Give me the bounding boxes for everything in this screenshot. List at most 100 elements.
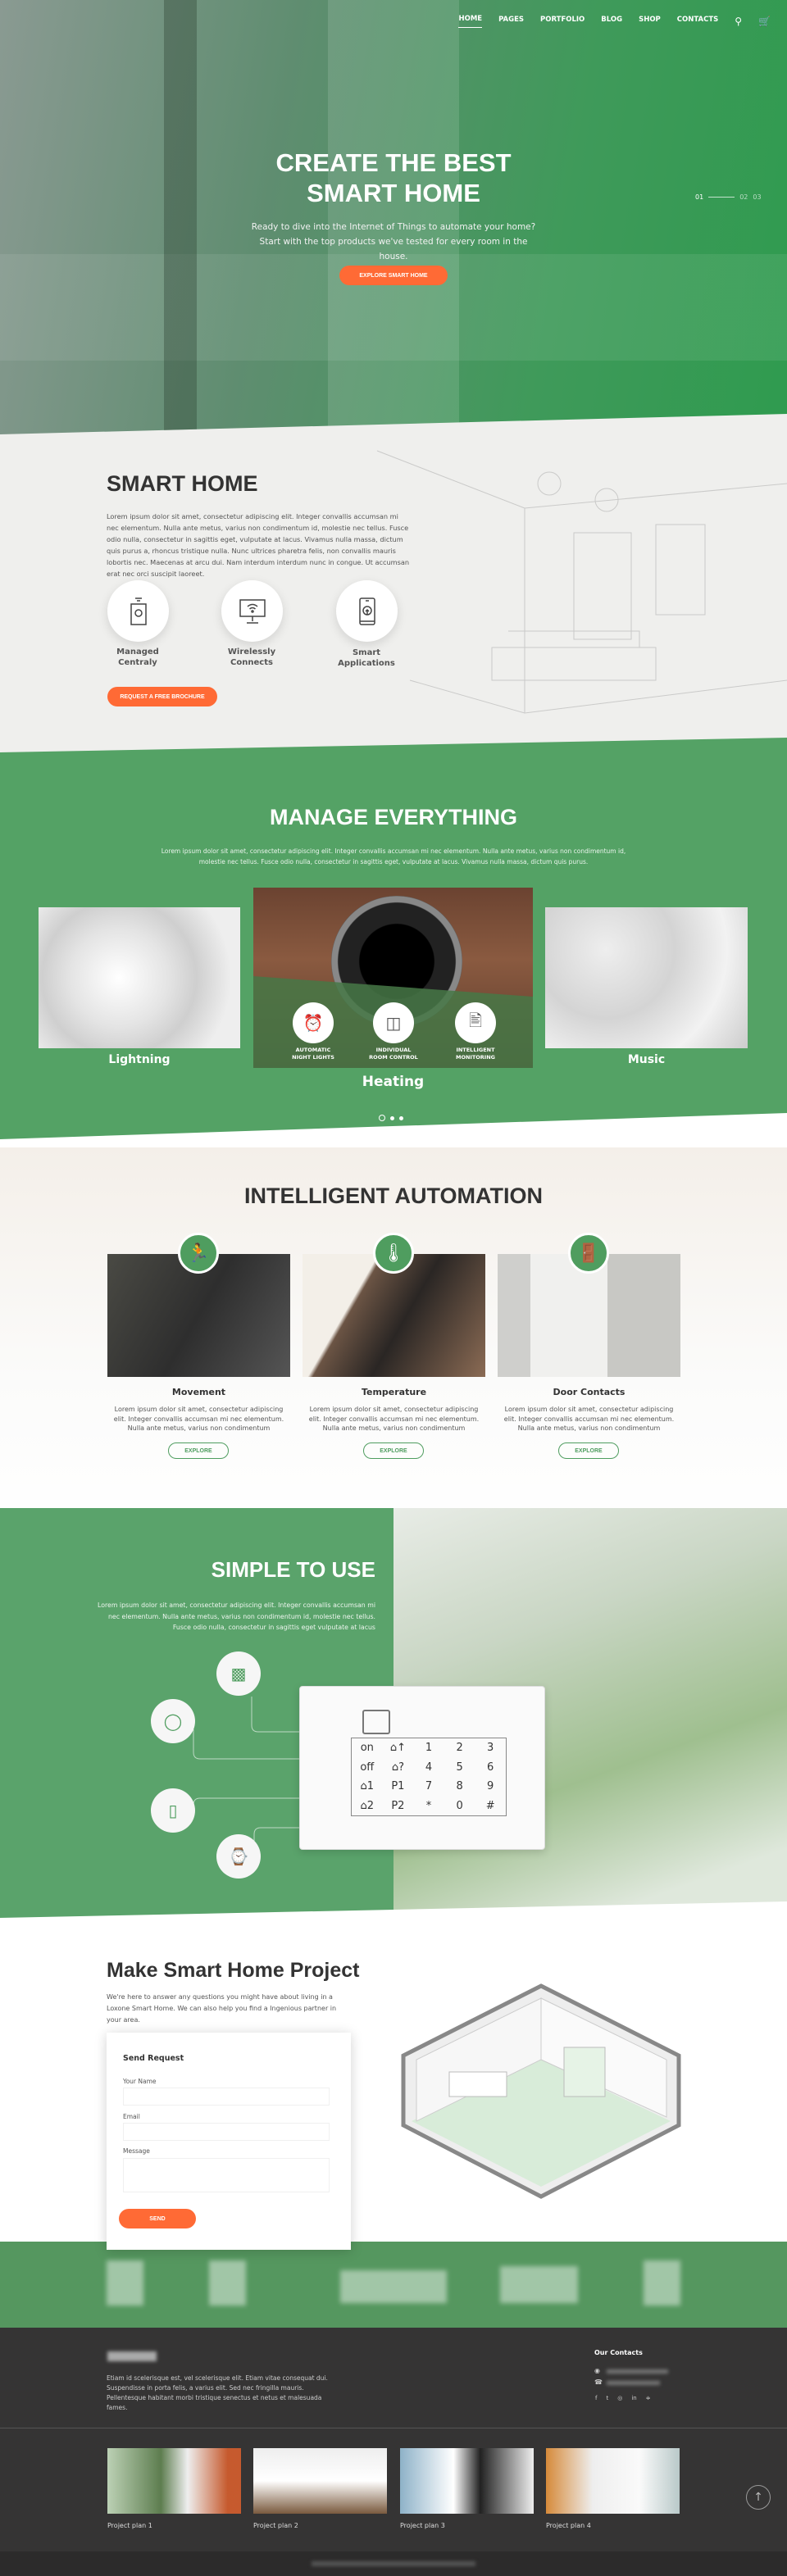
heating-feature-room-control: INDIVIDUAL ROOM CONTROL <box>357 1047 430 1061</box>
message-label: Message <box>123 2147 150 2155</box>
partner-logo <box>340 2270 447 2303</box>
slide-pager: 01 02 03 <box>695 193 762 201</box>
monitor-wifi-icon <box>221 580 283 642</box>
nav-contacts[interactable]: CONTACTS <box>677 16 718 28</box>
contact-phone-blurred[interactable] <box>607 2381 660 2385</box>
keypad-keys: on ⌂↑ 1 2 3 off ⌂? 4 5 6 ⌂1 P1 7 8 9 ⌂2 P2 * 0 # <box>351 1738 507 1816</box>
nav-shop[interactable]: SHOP <box>639 16 661 28</box>
contact-email-blurred[interactable] <box>607 2369 668 2374</box>
connector-lines <box>193 1697 299 1856</box>
carousel-dots <box>379 1115 403 1121</box>
key: 9 <box>487 1780 494 1793</box>
project-plan-1-label[interactable]: Project plan 1 <box>107 2522 152 2529</box>
card-music-label[interactable]: Music <box>545 1053 748 1066</box>
send-button[interactable]: SEND <box>119 2209 196 2228</box>
email-input[interactable] <box>123 2123 330 2141</box>
switch-icon: ◫ <box>373 1002 414 1043</box>
explore-smart-home-button[interactable]: EXPLORE SMART HOME <box>339 266 448 285</box>
slide-progress-line <box>708 197 735 198</box>
door-contacts-title: Door Contacts <box>553 1387 626 1397</box>
door-icon: 🚪 <box>568 1233 609 1274</box>
simple-title: SIMPLE TO USE <box>211 1557 375 1582</box>
remote-icon: ▩ <box>216 1651 261 1696</box>
smartphone-app-icon <box>336 580 398 642</box>
key: 6 <box>487 1760 494 1774</box>
alarm-clock-icon: ⏰ <box>293 1002 334 1043</box>
slide-01[interactable]: 01 <box>695 193 703 201</box>
key: ⌂1 <box>360 1780 375 1793</box>
temperature-text: Lorem ipsum dolor sit amet, consectetur … <box>308 1406 480 1432</box>
social-links: f t ◎ in ≑ <box>595 2395 651 2401</box>
hero-title-line1: CREATE THE BEST <box>275 148 512 177</box>
key: ⌂? <box>391 1760 404 1774</box>
facebook-icon[interactable]: f <box>595 2395 597 2401</box>
key: ⌂2 <box>360 1799 375 1812</box>
linkedin-icon[interactable]: in <box>631 2395 636 2401</box>
key: 4 <box>425 1760 433 1774</box>
search-icon[interactable]: ⚲ <box>735 16 742 27</box>
contacts-title: Our Contacts <box>594 2349 643 2356</box>
key: 3 <box>487 1742 494 1755</box>
card-lightning-label[interactable]: Lightning <box>39 1053 240 1066</box>
message-textarea[interactable] <box>123 2158 330 2192</box>
manage-text-line2: molestie nec tellus. Fusce odio nulla, c… <box>198 858 589 865</box>
send-request-form: Send Request Your Name Email Message SEN… <box>107 2033 351 2250</box>
heating-feature-line2: ROOM CONTROL <box>369 1054 418 1061</box>
feature-label-line2: Applications <box>338 659 395 668</box>
back-to-top-button[interactable]: ↑ <box>746 2485 771 2510</box>
instagram-icon[interactable]: ◎ <box>617 2395 622 2401</box>
project-plan-3-image[interactable] <box>400 2448 534 2514</box>
feature-wirelessly-connects: Wirelessly Connects <box>211 647 293 668</box>
heating-feature-line1: INDIVIDUAL <box>375 1047 412 1053</box>
feature-label-line2: Centraly <box>118 658 157 667</box>
door-contacts-text: Lorem ipsum dolor sit amet, consectetur … <box>503 1406 675 1432</box>
slide-02[interactable]: 02 <box>739 193 748 201</box>
hero-title-line2: SMART HOME <box>307 179 480 207</box>
feature-label-line2: Connects <box>230 658 273 667</box>
hero-subtitle-line2: Start with the top products we've tested… <box>259 237 528 261</box>
project-plan-1-image[interactable] <box>107 2448 241 2514</box>
nav-home[interactable]: HOME <box>458 15 483 28</box>
project-text: We're here to answer any questions you m… <box>107 1993 337 2024</box>
nav-blog[interactable]: BLOG <box>601 16 622 28</box>
carousel-dot-1[interactable] <box>379 1115 385 1121</box>
rss-icon[interactable]: ≑ <box>646 2395 651 2401</box>
door-contacts-explore-button[interactable]: EXPLORE <box>558 1442 619 1459</box>
feature-smart-applications: Smart Applications <box>325 647 407 669</box>
card-lightning-image[interactable] <box>39 907 240 1048</box>
key: 0 <box>456 1799 463 1812</box>
movement-text: Lorem ipsum dolor sit amet, consectetur … <box>113 1406 284 1432</box>
project-plan-2-image[interactable] <box>253 2448 387 2514</box>
temperature-explore-button[interactable]: EXPLORE <box>363 1442 424 1459</box>
smartwatch-icon: ⌚ <box>216 1834 261 1879</box>
project-plan-2-label[interactable]: Project plan 2 <box>253 2522 298 2529</box>
partner-logo <box>209 2260 246 2306</box>
project-plan-4-label[interactable]: Project plan 4 <box>546 2522 591 2529</box>
running-person-icon: 🏃 <box>178 1233 219 1274</box>
project-plan-3-label[interactable]: Project plan 3 <box>400 2522 445 2529</box>
card-music-image[interactable] <box>545 907 748 1048</box>
twitter-icon[interactable]: t <box>606 2395 608 2401</box>
footer-logo[interactable] <box>107 2351 157 2361</box>
smart-home-title: SMART HOME <box>107 471 258 496</box>
key: 1 <box>425 1742 433 1755</box>
heating-feature-line2: MONITORING <box>455 1054 495 1061</box>
key: P1 <box>391 1780 405 1793</box>
cart-icon[interactable]: 🛒 <box>758 16 771 27</box>
key: 5 <box>456 1760 463 1774</box>
card-heating-label[interactable]: Heating <box>253 1074 533 1090</box>
card-heating[interactable]: ⏰ AUTOMATIC NIGHT LIGHTS ◫ INDIVIDUAL ROOM… <box>253 888 533 1068</box>
partner-logo <box>500 2266 578 2303</box>
temperature-title: Temperature <box>361 1387 427 1397</box>
feature-managed-centraly: Managed Centraly <box>97 647 179 668</box>
name-input[interactable] <box>123 2088 330 2106</box>
movement-explore-button[interactable]: EXPLORE <box>168 1442 229 1459</box>
nav-pages[interactable]: PAGES <box>498 16 524 28</box>
heating-feature-line1: INTELLIGENT <box>456 1047 495 1053</box>
slide-03[interactable]: 03 <box>753 193 761 201</box>
carousel-dot-3[interactable] <box>399 1115 403 1120</box>
request-brochure-button[interactable]: REQUEST A FREE BROCHURE <box>107 687 217 706</box>
carousel-dot-2[interactable] <box>390 1115 394 1120</box>
nav-portfolio[interactable]: PORTFOLIO <box>540 16 585 28</box>
project-plan-4-image[interactable] <box>546 2448 680 2514</box>
